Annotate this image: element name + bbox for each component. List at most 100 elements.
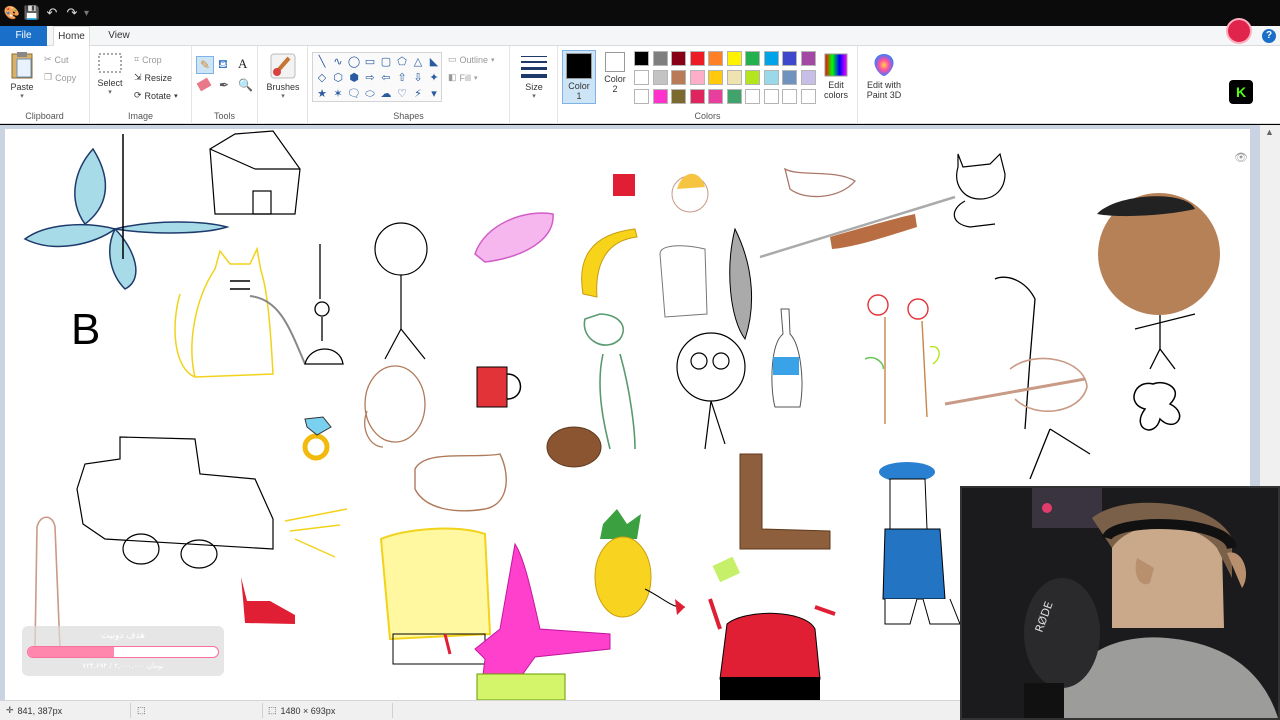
palette-color-swatch[interactable] <box>763 70 779 85</box>
palette-color-swatch[interactable] <box>800 70 816 85</box>
size-button[interactable]: Size ▾ <box>518 52 550 100</box>
undo-icon[interactable]: ↶ <box>44 5 60 21</box>
donation-goal-widget: هدف دونیت %۴۵ ۷۲۴,۶۹۴ / ۳,۰۰۰,۰۰۰ تومان <box>22 626 224 676</box>
cursor-position-value: 841, 387px <box>17 705 63 716</box>
palette-color-swatch[interactable] <box>800 51 816 66</box>
sitting-cat-drawing <box>953 152 1006 228</box>
select-dropdown-icon[interactable]: ▾ <box>96 88 124 96</box>
brushes-button[interactable]: Brushes ▾ <box>264 52 302 100</box>
palette-color-swatch[interactable] <box>652 70 668 85</box>
rectangle-shape-icon[interactable]: ▭ <box>363 55 377 69</box>
palette-color-swatch[interactable] <box>782 89 797 104</box>
magnifier-icon[interactable]: 🔍 <box>238 78 253 92</box>
paste-button[interactable]: Paste ▾ <box>6 50 38 100</box>
llama-guitar-drawing <box>944 276 1091 480</box>
redo-icon[interactable]: ↷ <box>64 5 80 21</box>
line-shape-icon[interactable]: ╲ <box>315 55 329 69</box>
palette-color-swatch[interactable] <box>652 51 668 66</box>
skewer-drawing <box>759 195 956 259</box>
palette-color-swatch[interactable] <box>763 51 779 66</box>
palette-color-swatch[interactable] <box>634 51 649 66</box>
crop-button[interactable]: ⌗ Crop <box>134 54 162 65</box>
four-point-star-shape-icon[interactable]: ✦ <box>427 71 441 85</box>
palette-color-swatch[interactable] <box>652 89 668 104</box>
pentagon-shape-icon[interactable]: ⬡ <box>331 71 345 85</box>
eraser-icon[interactable] <box>196 77 212 92</box>
palette-color-swatch[interactable] <box>689 51 705 66</box>
webcam-overlay: RØDE <box>960 486 1280 720</box>
left-arrow-shape-icon[interactable]: ⇦ <box>379 71 393 85</box>
oval-callout-shape-icon[interactable]: ⬭ <box>363 87 377 101</box>
up-arrow-shape-icon[interactable]: ⇧ <box>395 71 409 85</box>
outline-button[interactable]: ▭ Outline ▾ <box>448 54 495 65</box>
polygon-shape-icon[interactable]: ⬠ <box>395 55 409 69</box>
cloud-callout-shape-icon[interactable]: ☁ <box>379 87 393 101</box>
palette-color-swatch[interactable] <box>634 70 649 85</box>
edit-with-paint3d-button[interactable]: Edit with Paint 3D <box>860 52 908 100</box>
clipboard-group: Paste ▾ ✂ Cut ❐ Copy Clipboard <box>0 46 90 124</box>
rounded-rectangle-shape-icon[interactable]: ▢ <box>379 55 393 69</box>
palette-color-swatch[interactable] <box>671 51 686 66</box>
palette-color-swatch[interactable] <box>708 51 723 66</box>
right-triangle-shape-icon[interactable]: ◣ <box>427 55 441 69</box>
color1-button[interactable]: Color 1 <box>562 50 596 104</box>
callout-shape-icon[interactable]: 🗨 <box>347 87 361 101</box>
quick-access-dropdown-icon[interactable]: ▾ <box>84 8 89 19</box>
triangle-shape-icon[interactable]: △ <box>411 55 425 69</box>
heart-shape-icon[interactable]: ♡ <box>395 87 409 101</box>
color-picker-icon[interactable]: ✒ <box>219 78 229 92</box>
text-tool-icon[interactable]: A <box>238 56 247 72</box>
palette-color-swatch[interactable] <box>800 89 816 104</box>
tab-file[interactable]: File <box>0 26 47 46</box>
six-point-star-shape-icon[interactable]: ✶ <box>331 87 345 101</box>
oval-shape-icon[interactable]: ◯ <box>347 55 361 69</box>
palette-color-swatch[interactable] <box>689 70 705 85</box>
pencil-icon[interactable]: ✎ <box>196 56 214 74</box>
palette-color-swatch[interactable] <box>745 70 760 85</box>
edit-colors-button[interactable]: Edit colors <box>816 52 856 100</box>
paste-dropdown-icon[interactable]: ▾ <box>6 92 38 100</box>
palette-color-swatch[interactable] <box>782 70 797 85</box>
palette-color-swatch[interactable] <box>671 89 686 104</box>
lightning-shape-icon[interactable]: ⚡ <box>411 87 425 101</box>
color2-button[interactable]: Color 2 <box>598 52 632 94</box>
tab-home[interactable]: Home <box>53 26 90 47</box>
size-dropdown-icon[interactable]: ▾ <box>518 92 550 100</box>
copy-button[interactable]: ❐ Copy <box>44 72 76 83</box>
palette-color-swatch[interactable] <box>726 89 742 104</box>
shapes-group: ╲ ∿ ◯ ▭ ▢ ⬠ △ ◣ ◇ ⬡ ⬢ ⇨ ⇦ ⇧ ⇩ ✦ ★ ✶ 🗨 ⬭ ☁ ♡ ⚡ ▾ ▭ Outline ▾ ◧ Fill… <box>308 46 510 124</box>
select-button[interactable]: Select ▾ <box>96 52 124 96</box>
palette-color-swatch[interactable] <box>689 89 705 104</box>
palette-color-swatch[interactable] <box>671 70 686 85</box>
color1-label: Color 1 <box>568 81 590 101</box>
line-size-icon <box>521 56 547 78</box>
brushes-dropdown-icon[interactable]: ▾ <box>264 92 302 100</box>
cut-button[interactable]: ✂ Cut <box>44 54 69 65</box>
palette-color-swatch[interactable] <box>745 51 760 66</box>
help-icon[interactable]: ? <box>1262 29 1276 43</box>
five-point-star-shape-icon[interactable]: ★ <box>315 87 329 101</box>
down-arrow-shape-icon[interactable]: ⇩ <box>411 71 425 85</box>
rotate-dropdown-icon[interactable]: ▾ <box>174 92 178 100</box>
palette-color-swatch[interactable] <box>726 51 742 66</box>
palette-color-swatch[interactable] <box>708 70 723 85</box>
fill-button[interactable]: ◧ Fill ▾ <box>448 72 478 83</box>
palette-color-swatch[interactable] <box>726 70 742 85</box>
palette-color-swatch[interactable] <box>745 89 760 104</box>
palette-color-swatch[interactable] <box>708 89 723 104</box>
right-arrow-shape-icon[interactable]: ⇨ <box>363 71 377 85</box>
fill-bucket-icon[interactable]: ⛾ <box>218 57 228 73</box>
rotate-button[interactable]: ⟳ Rotate ▾ <box>134 90 178 101</box>
save-icon[interactable]: 💾 <box>24 5 40 21</box>
palette-color-swatch[interactable] <box>634 89 649 104</box>
palette-color-swatch[interactable] <box>782 51 797 66</box>
shapes-more-shape-icon[interactable]: ▾ <box>427 87 441 101</box>
resize-button[interactable]: ⇲ Resize <box>134 72 172 83</box>
tab-view[interactable]: View <box>100 26 138 46</box>
hexagon-shape-icon[interactable]: ⬢ <box>347 71 361 85</box>
paint-app: 🎨 💾 ↶ ↷ ▾ File Home View ? Paste ▾ ✂ Cut … <box>0 0 1280 720</box>
palette-color-swatch[interactable] <box>763 89 779 104</box>
scroll-up-icon[interactable]: ▲ <box>1265 127 1274 137</box>
diamond-shape-icon[interactable]: ◇ <box>315 71 329 85</box>
curve-shape-icon[interactable]: ∿ <box>331 55 345 69</box>
